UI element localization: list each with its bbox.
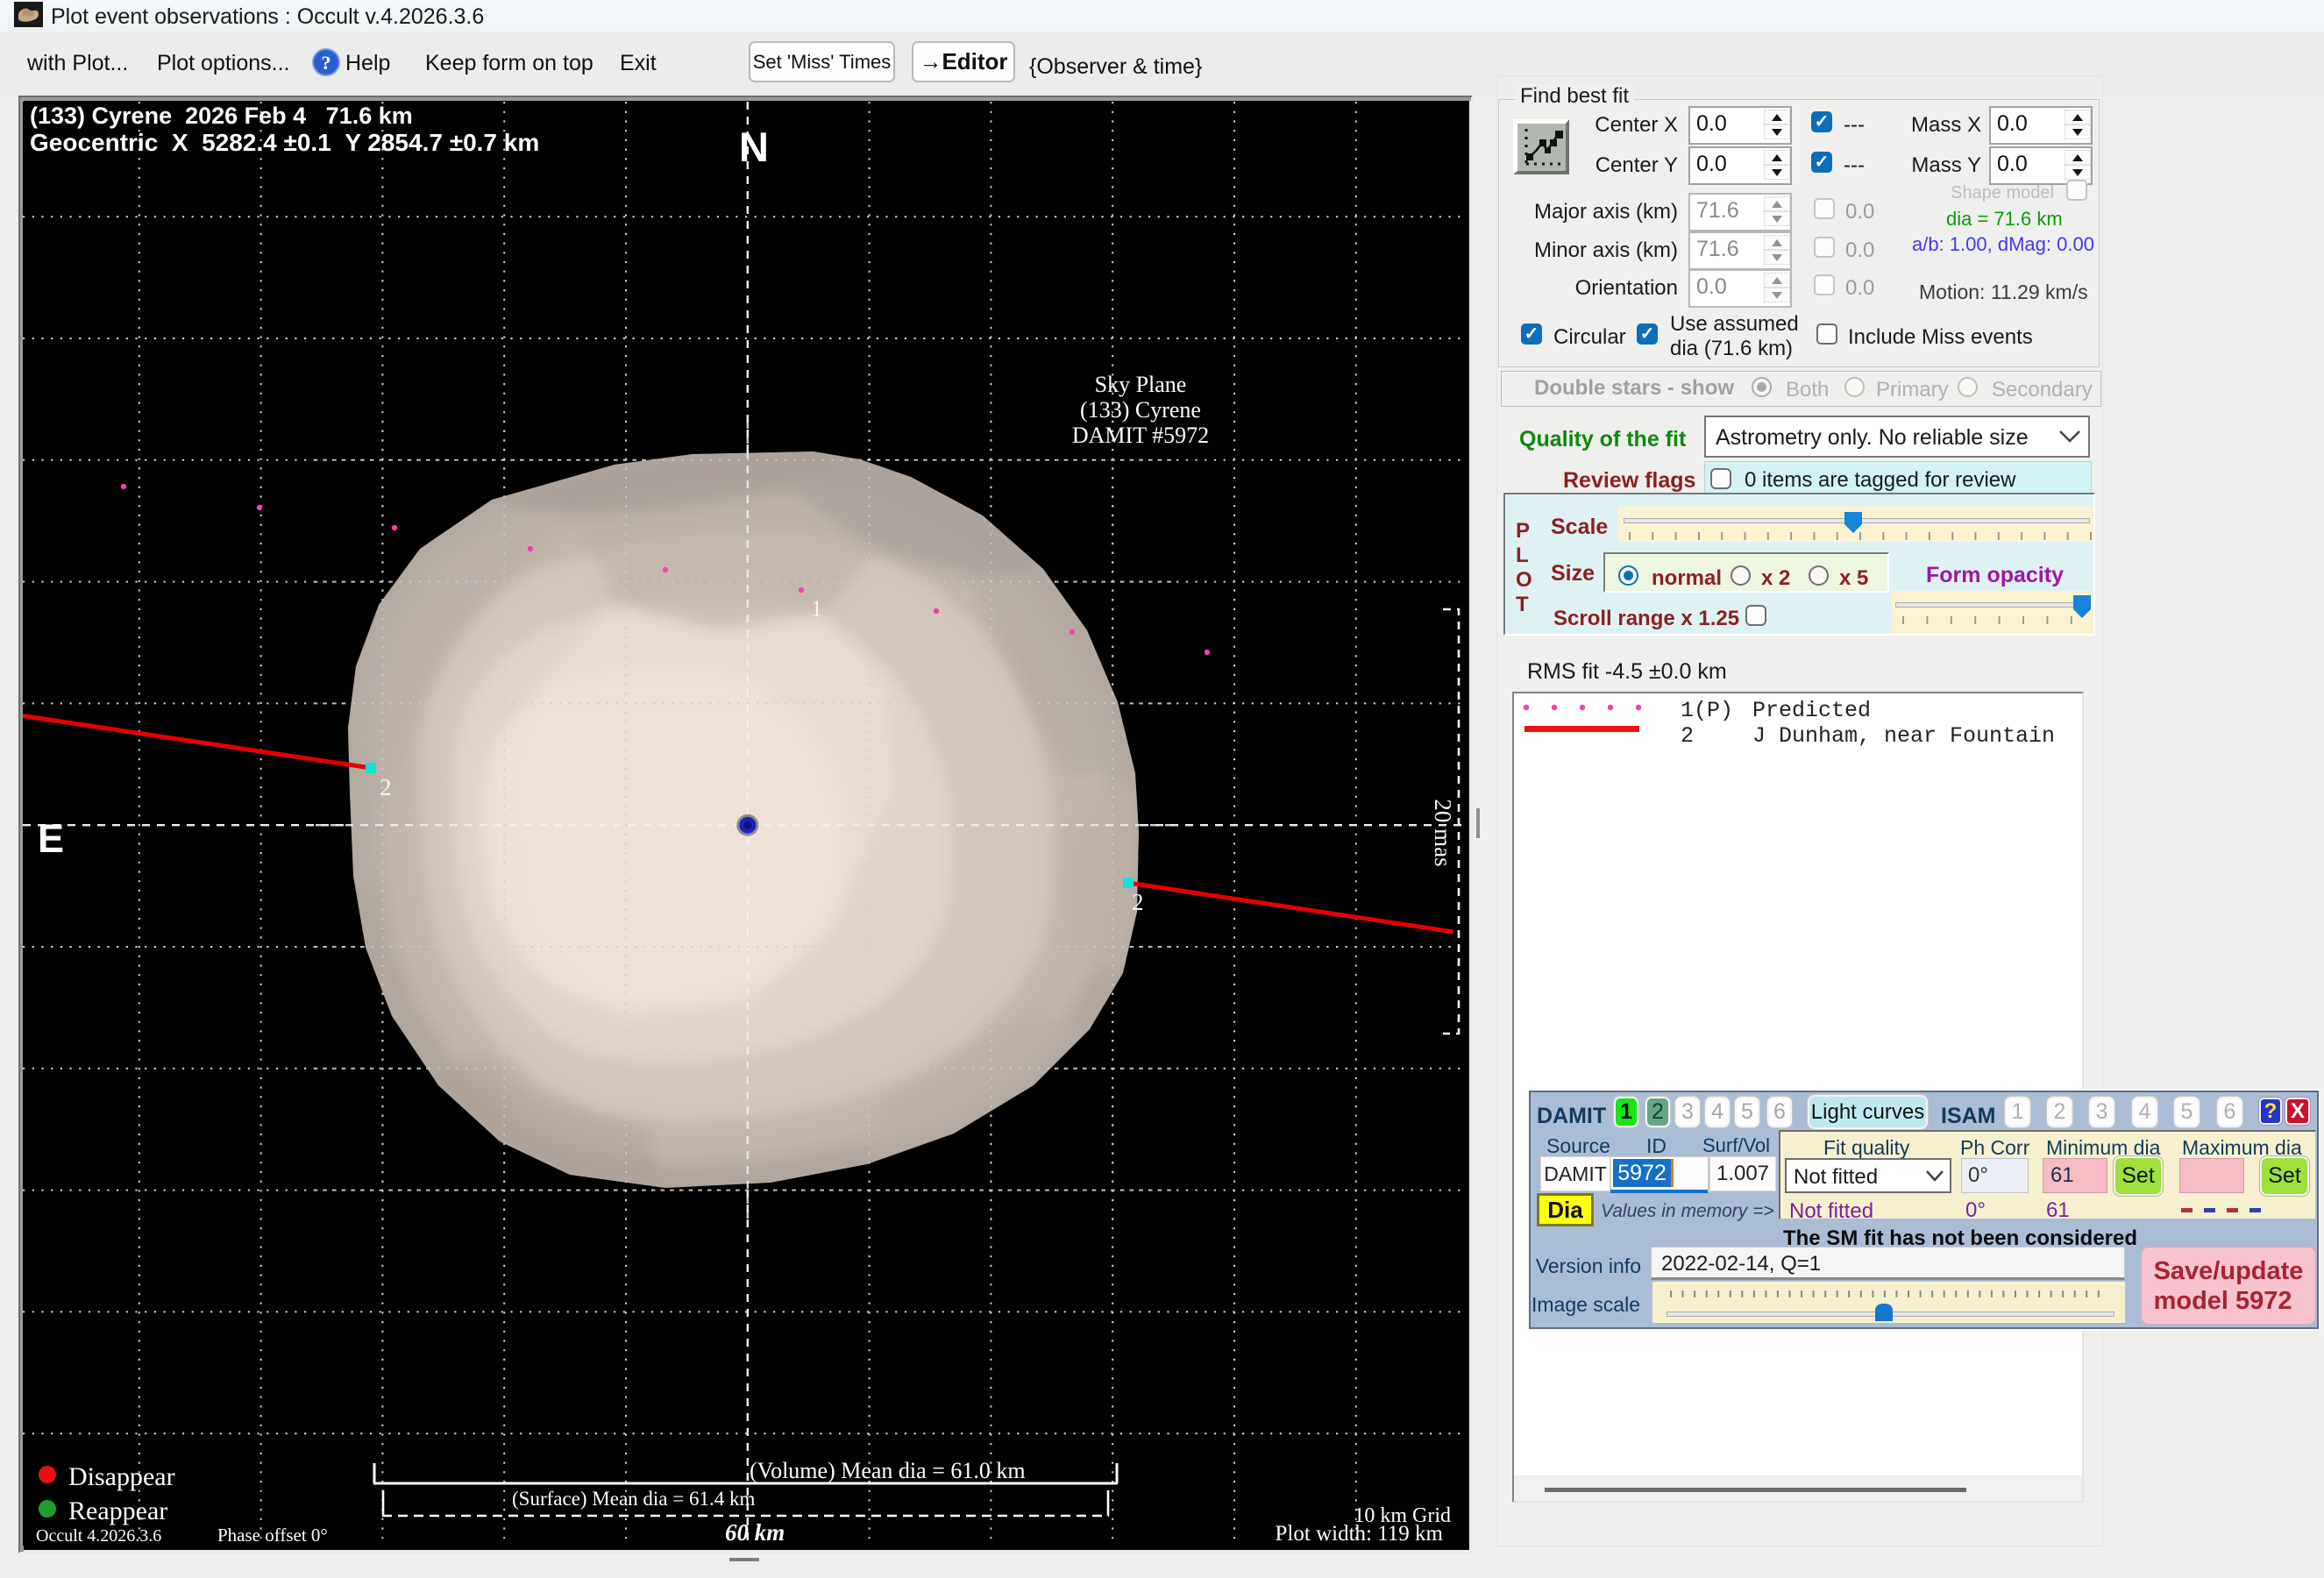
svg-text:1(P): 1(P) <box>1681 698 1733 723</box>
svg-text:Occult 4.2026.3.6: Occult 4.2026.3.6 <box>36 1526 161 1546</box>
svg-text:(Surface) Mean dia = 61.4 km: (Surface) Mean dia = 61.4 km <box>512 1488 755 1510</box>
svg-text:2: 2 <box>1681 723 1694 749</box>
svg-text:E: E <box>38 816 64 861</box>
svg-text:?: ? <box>322 52 331 74</box>
svg-text:DAMIT #5972: DAMIT #5972 <box>1072 423 1209 448</box>
svg-text:Plot width: 119 km: Plot width: 119 km <box>1276 1522 1444 1546</box>
svg-text:Reappear: Reappear <box>68 1496 167 1525</box>
svg-text:Phase offset 0°: Phase offset 0° <box>217 1525 328 1546</box>
svg-text:60 km: 60 km <box>725 1519 785 1546</box>
svg-text:Sky Plane: Sky Plane <box>1095 372 1187 397</box>
svg-text:1: 1 <box>811 596 822 622</box>
svg-text:Predicted: Predicted <box>1752 698 1871 723</box>
svg-text:Disappear: Disappear <box>68 1462 175 1491</box>
svg-text:J Dunham, near Fountain: J Dunham, near Fountain <box>1752 723 2055 749</box>
svg-text:Geocentric X 5282.4 ±0.1 Y: Geocentric X 5282.4 ±0.1 Y 2854.7 ±0.7 k… <box>30 129 539 156</box>
svg-text:(133) Cyrene: (133) Cyrene <box>1080 397 1201 423</box>
svg-text:20 mas: 20 mas <box>1430 799 1456 866</box>
svg-text:(Volume) Mean dia = 61.0 km: (Volume) Mean dia = 61.0 km <box>750 1458 1026 1483</box>
svg-text:N: N <box>739 124 769 170</box>
svg-text:(133) Cyrene 2026 Feb 4 71.: (133) Cyrene 2026 Feb 4 71.6 km <box>30 103 413 129</box>
svg-text:2: 2 <box>1132 889 1144 915</box>
svg-text:2: 2 <box>380 774 392 800</box>
